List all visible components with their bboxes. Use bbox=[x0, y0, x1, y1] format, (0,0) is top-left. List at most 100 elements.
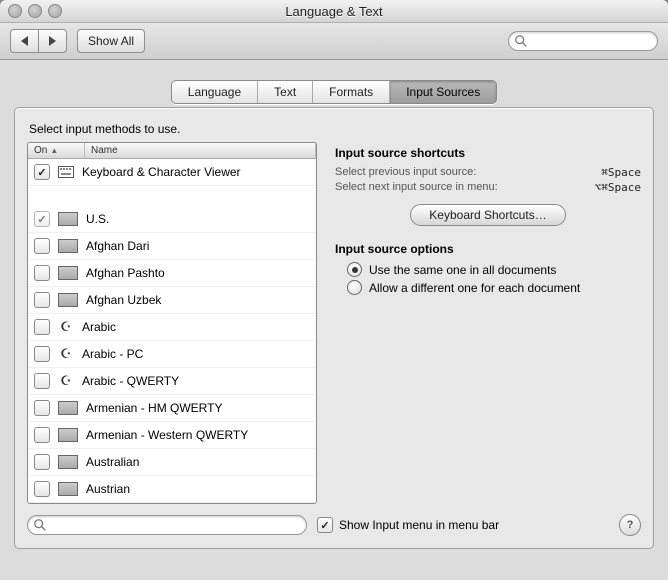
list-item[interactable]: Armenian - HM QWERTY bbox=[28, 395, 316, 422]
list-item-label: Keyboard & Character Viewer bbox=[82, 165, 241, 179]
flag-icon bbox=[58, 239, 78, 253]
close-icon[interactable] bbox=[8, 4, 22, 18]
flag-icon bbox=[58, 482, 78, 496]
list-item[interactable]: ☪ Arabic - PC bbox=[28, 341, 316, 368]
shortcut-next-label: Select next input source in menu: bbox=[335, 181, 498, 194]
list-body[interactable]: Keyboard & Character Viewer U.S. Afghan Da… bbox=[28, 159, 316, 503]
show-all-button[interactable]: Show All bbox=[77, 29, 145, 53]
list-item-label: Arabic - QWERTY bbox=[82, 374, 179, 388]
radio-icon bbox=[347, 262, 362, 277]
toolbar: Show All bbox=[0, 23, 668, 60]
flag-icon bbox=[58, 455, 78, 469]
tab-formats[interactable]: Formats bbox=[313, 81, 390, 103]
list-item[interactable]: Afghan Uzbek bbox=[28, 287, 316, 314]
list-item-label: Austrian bbox=[86, 482, 130, 496]
show-input-menu-label: Show Input menu in menu bar bbox=[339, 518, 499, 532]
list-search-input[interactable] bbox=[27, 515, 307, 535]
crescent-icon: ☪ bbox=[58, 374, 74, 388]
zoom-icon[interactable] bbox=[48, 4, 62, 18]
help-button[interactable]: ? bbox=[619, 514, 641, 536]
list-item[interactable]: U.S. bbox=[28, 206, 316, 233]
list-item[interactable]: Austrian bbox=[28, 476, 316, 503]
flag-icon bbox=[58, 266, 78, 280]
window-title: Language & Text bbox=[285, 4, 382, 19]
list-item[interactable]: Australian bbox=[28, 449, 316, 476]
list-item[interactable]: Afghan Dari bbox=[28, 233, 316, 260]
list-search bbox=[27, 515, 307, 535]
list-item-label: Arabic - PC bbox=[82, 347, 143, 361]
input-methods-column: On ▲ Name Keyboard & Character Viewer U.S… bbox=[27, 142, 317, 504]
checkbox-icon[interactable] bbox=[34, 346, 50, 362]
tab-input-sources[interactable]: Input Sources bbox=[390, 81, 496, 103]
nav-back-forward bbox=[10, 29, 67, 53]
search-icon bbox=[514, 34, 528, 48]
checkbox-icon[interactable] bbox=[34, 164, 50, 180]
list-item-label: Arabic bbox=[82, 320, 116, 334]
list-header: On ▲ Name bbox=[28, 143, 316, 159]
show-input-menu-checkbox[interactable]: Show Input menu in menu bar bbox=[317, 517, 499, 533]
checkbox-icon[interactable] bbox=[34, 292, 50, 308]
radio-same-label: Use the same one in all documents bbox=[369, 263, 556, 277]
checkbox-icon[interactable] bbox=[34, 319, 50, 335]
list-item[interactable]: Armenian - Western QWERTY bbox=[28, 422, 316, 449]
panel-footer: Show Input menu in menu bar ? bbox=[27, 514, 641, 536]
chevron-left-icon bbox=[21, 36, 28, 46]
list-item[interactable]: ☪ Arabic bbox=[28, 314, 316, 341]
shortcut-prev-key: ⌘Space bbox=[601, 166, 641, 179]
list-item-label: Armenian - Western QWERTY bbox=[86, 428, 248, 442]
back-button[interactable] bbox=[10, 29, 38, 53]
checkbox-icon[interactable] bbox=[34, 427, 50, 443]
list-item-label: Armenian - HM QWERTY bbox=[86, 401, 222, 415]
toolbar-search-input[interactable] bbox=[508, 31, 658, 51]
prefs-window: Language & Text Show All Language Text F… bbox=[0, 0, 668, 580]
search-icon bbox=[33, 518, 47, 532]
content: Language Text Formats Input Sources Sele… bbox=[0, 60, 668, 559]
list-item-label: Afghan Uzbek bbox=[86, 293, 161, 307]
radio-icon bbox=[347, 280, 362, 295]
radio-diff-document[interactable]: Allow a different one for each document bbox=[347, 280, 641, 295]
checkbox-icon[interactable] bbox=[34, 481, 50, 497]
tab-text[interactable]: Text bbox=[258, 81, 313, 103]
shortcut-next-key: ⌥⌘Space bbox=[595, 181, 641, 194]
shortcuts-heading: Input source shortcuts bbox=[335, 146, 641, 160]
checkbox-icon[interactable] bbox=[34, 265, 50, 281]
flag-icon bbox=[58, 401, 78, 415]
list-item-label: Afghan Pashto bbox=[86, 266, 165, 280]
shortcut-prev-label: Select previous input source: bbox=[335, 166, 476, 179]
tab-language[interactable]: Language bbox=[172, 81, 258, 103]
flag-icon bbox=[58, 293, 78, 307]
minimize-icon[interactable] bbox=[28, 4, 42, 18]
checkbox-icon bbox=[317, 517, 333, 533]
checkbox-icon[interactable] bbox=[34, 400, 50, 416]
forward-button[interactable] bbox=[38, 29, 67, 53]
tabbar: Language Text Formats Input Sources bbox=[14, 80, 654, 104]
tabs: Language Text Formats Input Sources bbox=[171, 80, 497, 104]
shortcut-prev-row: Select previous input source: ⌘Space bbox=[335, 166, 641, 179]
checkbox-icon[interactable] bbox=[34, 373, 50, 389]
checkbox-icon[interactable] bbox=[34, 454, 50, 470]
list-item[interactable]: Keyboard & Character Viewer bbox=[28, 159, 316, 186]
titlebar: Language & Text bbox=[0, 0, 668, 23]
right-column: Input source shortcuts Select previous i… bbox=[335, 142, 641, 504]
crescent-icon: ☪ bbox=[58, 347, 74, 361]
chevron-right-icon bbox=[49, 36, 56, 46]
checkbox-icon[interactable] bbox=[34, 211, 50, 227]
crescent-icon: ☪ bbox=[58, 320, 74, 334]
col-name-header[interactable]: Name bbox=[85, 143, 316, 158]
checkbox-icon[interactable] bbox=[34, 238, 50, 254]
radio-same-document[interactable]: Use the same one in all documents bbox=[347, 262, 641, 277]
list-item-label: Australian bbox=[86, 455, 139, 469]
keyboard-viewer-icon bbox=[58, 165, 74, 179]
shortcut-next-row: Select next input source in menu: ⌥⌘Spac… bbox=[335, 181, 641, 194]
flag-icon bbox=[58, 212, 78, 226]
panel: Select input methods to use. On ▲ Name K… bbox=[14, 107, 654, 549]
sort-asc-icon: ▲ bbox=[50, 146, 58, 155]
radio-diff-label: Allow a different one for each document bbox=[369, 281, 580, 295]
panel-subtitle: Select input methods to use. bbox=[29, 122, 641, 136]
toolbar-search bbox=[508, 31, 658, 51]
list-item-label: Afghan Dari bbox=[86, 239, 149, 253]
list-item[interactable]: Afghan Pashto bbox=[28, 260, 316, 287]
list-item[interactable]: ☪ Arabic - QWERTY bbox=[28, 368, 316, 395]
col-on-header[interactable]: On ▲ bbox=[28, 143, 85, 158]
keyboard-shortcuts-button[interactable]: Keyboard Shortcuts… bbox=[410, 204, 565, 226]
